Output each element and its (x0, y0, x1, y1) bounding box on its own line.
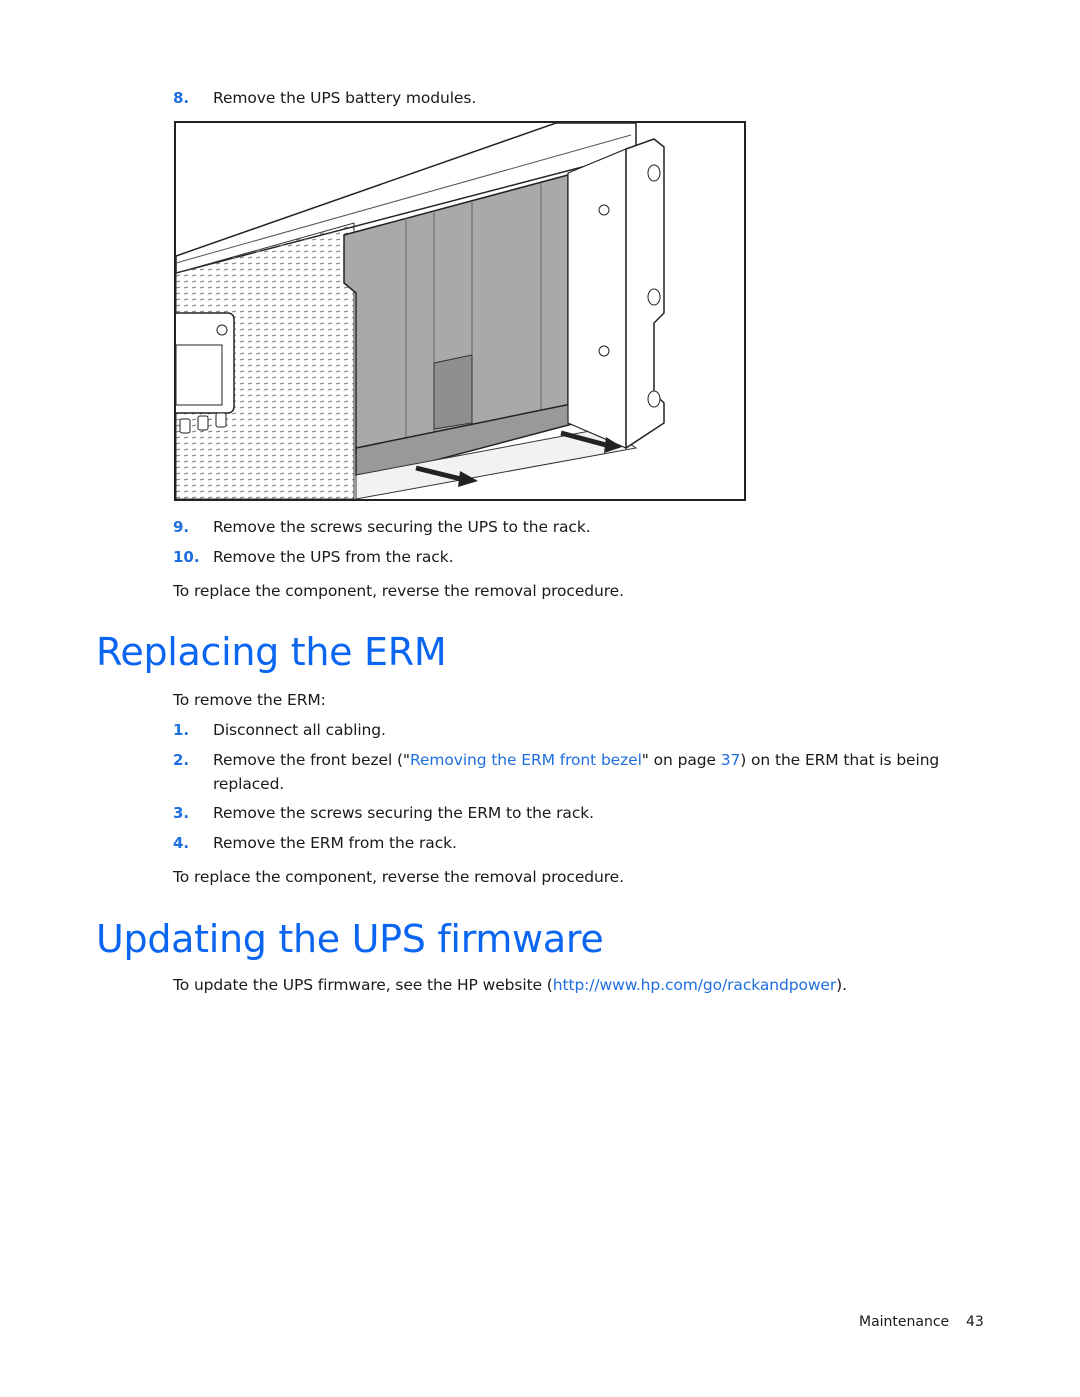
step-number: 10. (173, 548, 200, 566)
ups-illustration-svg (176, 123, 665, 499)
step-text-continuation: replaced. (213, 775, 285, 793)
section-heading-updating-firmware: Updating the UPS firmware (96, 917, 604, 961)
lcd-display (176, 344, 223, 406)
screw-icon (598, 204, 610, 216)
step-text-part: Remove the front bezel (" (213, 751, 410, 769)
step-number: 1. (173, 721, 190, 739)
step-text: Remove the UPS battery modules. (213, 89, 477, 107)
step-number: 4. (173, 834, 190, 852)
footer-section-name: Maintenance (859, 1314, 950, 1330)
firmware-text-part: To update the UPS firmware, see the HP w… (173, 976, 553, 994)
replace-note: To replace the component, reverse the re… (173, 868, 624, 886)
step-text: Remove the UPS from the rack. (213, 548, 454, 566)
panel-screw-icon (216, 324, 228, 336)
section-intro: To remove the ERM: (173, 691, 326, 709)
ups-battery-removal-illustration (174, 121, 746, 501)
link-hp-rackandpower[interactable]: http://www.hp.com/go/rackandpower (553, 976, 836, 994)
step-text: Remove the ERM from the rack. (213, 834, 457, 852)
rack-side (567, 148, 627, 449)
section-heading-replacing-erm: Replacing the ERM (96, 630, 447, 674)
step-text: Remove the front bezel ("Removing the ER… (213, 750, 939, 770)
screw-icon (598, 345, 610, 357)
step-number: 8. (173, 89, 190, 107)
step-number: 2. (173, 751, 190, 769)
link-removing-erm-front-bezel[interactable]: Removing the ERM front bezel (410, 751, 642, 769)
step-text: Remove the screws securing the ERM to th… (213, 804, 594, 822)
link-page-37[interactable]: 37 (721, 751, 741, 769)
step-number: 9. (173, 518, 190, 536)
footer-page-number: 43 (966, 1314, 984, 1330)
step-text-part: ) on the ERM that is being (740, 751, 940, 769)
step-text: Disconnect all cabling. (213, 721, 386, 739)
replace-note: To replace the component, reverse the re… (173, 582, 624, 600)
step-text: Remove the screws securing the UPS to th… (213, 518, 591, 536)
step-number: 3. (173, 804, 190, 822)
firmware-text-part: ). (836, 976, 847, 994)
step-text-part: " on page (641, 751, 721, 769)
firmware-text: To update the UPS firmware, see the HP w… (173, 975, 847, 995)
